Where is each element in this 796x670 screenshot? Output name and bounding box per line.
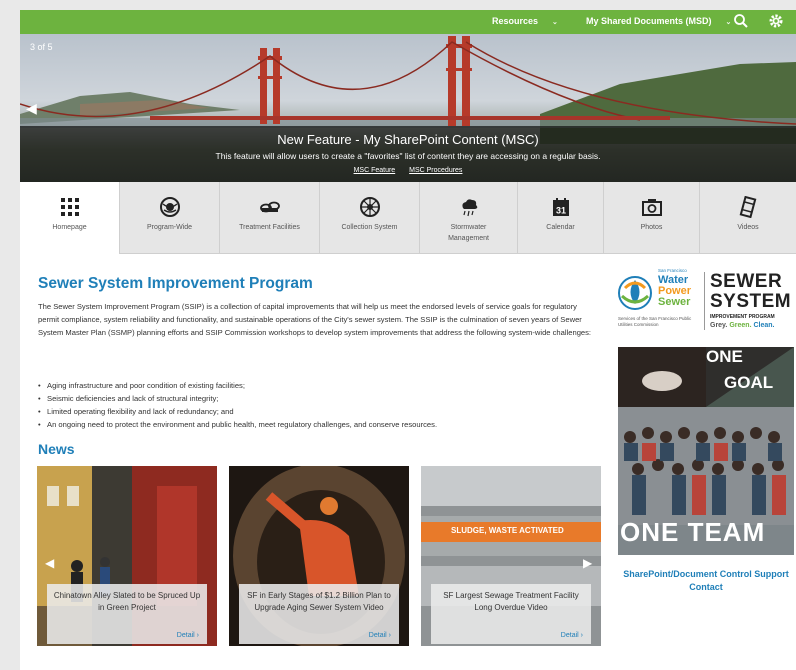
promo-goal-text: GOAL xyxy=(724,373,774,392)
page: Resources ⌄ My Shared Documents (MSD) ⌄ 3 … xyxy=(20,10,796,670)
tile-homepage[interactable]: Homepage xyxy=(20,182,120,254)
sf-label: San Francisco xyxy=(658,268,687,273)
detail-label: Detail xyxy=(560,632,579,639)
msc-procedures-link[interactable]: MSC Procedures xyxy=(409,167,462,174)
msc-feature-link[interactable]: MSC Feature xyxy=(354,167,396,174)
promo-team-text: ONE TEAM xyxy=(620,517,766,547)
nav-my-shared-documents[interactable]: My Shared Documents (MSD) ⌄ xyxy=(586,16,731,26)
search-icon[interactable] xyxy=(733,13,749,29)
hero-caption: New Feature - My SharePoint Content (MSC… xyxy=(20,126,796,182)
list-item: Limited operating flexibility and lack o… xyxy=(38,405,600,418)
improvement-program-label: IMPROVEMENT PROGRAM xyxy=(710,314,775,320)
tagline-green: Green. xyxy=(729,322,752,329)
news-card-sewer-upgrade[interactable]: SF in Early Stages of $1.2 Billion Plan … xyxy=(229,466,409,646)
slide-counter: 3 of 5 xyxy=(30,42,53,52)
tile-label: Videos xyxy=(737,224,759,231)
news-caption: SF Largest Sewage Treatment Facility Lon… xyxy=(431,584,591,644)
film-icon xyxy=(739,196,757,218)
tile-label: Stormwater Management xyxy=(448,224,489,242)
calendar-icon: 31 xyxy=(552,198,569,216)
chevron-down-icon: ⌄ xyxy=(725,19,732,26)
chevron-down-icon: ⌄ xyxy=(552,19,558,26)
tagline-grey: Grey. xyxy=(710,322,728,329)
page-title: Sewer System Improvement Program xyxy=(38,275,313,292)
wordmark-system: SYSTEM xyxy=(710,291,792,312)
nav-label: My Shared Documents (MSD) xyxy=(586,16,712,26)
tile-photos[interactable]: Photos xyxy=(604,182,700,254)
tile-videos[interactable]: Videos xyxy=(700,182,796,254)
tile-label: Homepage xyxy=(52,224,87,231)
list-item: Seismic deficiencies and lack of structu… xyxy=(38,392,600,405)
logo-divider xyxy=(704,272,705,330)
news-heading: News xyxy=(38,441,75,457)
tile-label: Program-Wide xyxy=(146,224,193,231)
tile-collection-system[interactable]: Collection System xyxy=(320,182,420,254)
top-nav-bar: Resources ⌄ My Shared Documents (MSD) ⌄ xyxy=(20,10,796,34)
tile-label: Treatment Facilities xyxy=(239,224,300,231)
hero-title: New Feature - My SharePoint Content (MSC… xyxy=(277,132,539,147)
intro-paragraph: The Sewer System Improvement Program (SS… xyxy=(38,302,592,337)
globe-icon xyxy=(159,197,180,217)
tile-stormwater-management[interactable]: Stormwater Management xyxy=(420,182,518,254)
camera-icon xyxy=(641,199,662,216)
promo-one-text: ONE xyxy=(706,347,743,366)
calendar-day: 31 xyxy=(555,206,565,216)
grey-green-clean-tagline: Grey. Green. Clean. xyxy=(710,322,775,329)
quick-links-tiles: Homepage Program-Wide Treatment Faciliti… xyxy=(20,182,796,254)
one-goal-one-team-promo[interactable]: ONE GOAL ONE TEAM xyxy=(618,347,794,555)
list-item: Aging infrastructure and poor condition … xyxy=(38,379,600,392)
rain-cloud-icon xyxy=(461,199,477,217)
detail-link[interactable]: Detail › xyxy=(369,632,391,639)
tile-calendar[interactable]: 31 Calendar xyxy=(518,182,604,254)
pipes-icon xyxy=(259,201,280,213)
nav-resources[interactable]: Resources ⌄ xyxy=(492,16,558,26)
tile-label: Photos xyxy=(640,224,663,231)
news-caption: Chinatown Alley Slated to be Spruced Up … xyxy=(47,584,207,644)
tile-label: Collection System xyxy=(341,224,398,231)
prev-slide-arrow[interactable]: ◀ xyxy=(26,100,37,117)
challenges-list: Aging infrastructure and poor condition … xyxy=(38,379,600,431)
grid-icon xyxy=(60,198,79,216)
detail-link[interactable]: Detail › xyxy=(177,632,199,639)
water-drop-seal-icon xyxy=(618,276,652,310)
sewer-label: Sewer xyxy=(658,296,691,308)
nav-label: Resources xyxy=(492,16,539,26)
detail-label: Detail xyxy=(368,632,387,639)
ssip-logo: San Francisco Water Power Sewer Services… xyxy=(618,268,796,336)
prev-news-arrow[interactable]: ◀ xyxy=(45,556,54,570)
hero-carousel: 3 of 5 ◀ New Feature - My SharePoint Con… xyxy=(20,34,796,182)
news-card-treatment-facility[interactable]: SLUDGE, WASTE ACTIVATED ▶ SF Largest Sew… xyxy=(421,466,601,646)
list-item: An ongoing need to protect the environme… xyxy=(38,418,600,431)
chevron-right-icon: › xyxy=(196,632,199,639)
hero-text: This feature will allow users to create … xyxy=(215,151,601,161)
next-news-arrow[interactable]: ▶ xyxy=(583,556,592,570)
news-title: SF in Early Stages of $1.2 Billion Plan … xyxy=(247,591,391,612)
news-title: Chinatown Alley Slated to be Spruced Up … xyxy=(53,591,201,612)
sharepoint-support-link[interactable]: SharePoint/Document Control Support Cont… xyxy=(618,568,794,594)
sewer-system-wordmark: SEWER SYSTEM xyxy=(710,272,791,312)
detail-label: Detail xyxy=(176,632,195,639)
pipe-sign-text: SLUDGE, WASTE ACTIVATED xyxy=(451,526,564,535)
news-card-chinatown[interactable]: ◀ Chinatown Alley Slated to be Spruced U… xyxy=(37,466,217,646)
tile-treatment-facilities[interactable]: Treatment Facilities xyxy=(220,182,320,254)
detail-link[interactable]: Detail › xyxy=(561,632,583,639)
gear-icon[interactable] xyxy=(768,13,784,29)
chevron-right-icon: › xyxy=(580,632,583,639)
chevron-right-icon: › xyxy=(388,632,391,639)
services-label: Services of the San Francisco Public Uti… xyxy=(618,316,692,327)
news-caption: SF in Early Stages of $1.2 Billion Plan … xyxy=(239,584,399,644)
news-title: SF Largest Sewage Treatment Facility Lon… xyxy=(443,591,579,612)
tagline-clean: Clean. xyxy=(753,322,775,329)
wordmark-sewer: SEWER xyxy=(710,271,783,292)
hero-links: MSC Feature MSC Procedures xyxy=(20,167,796,174)
tile-label: Calendar xyxy=(546,224,575,231)
tile-program-wide[interactable]: Program-Wide xyxy=(120,182,220,254)
wheel-icon xyxy=(359,197,380,217)
